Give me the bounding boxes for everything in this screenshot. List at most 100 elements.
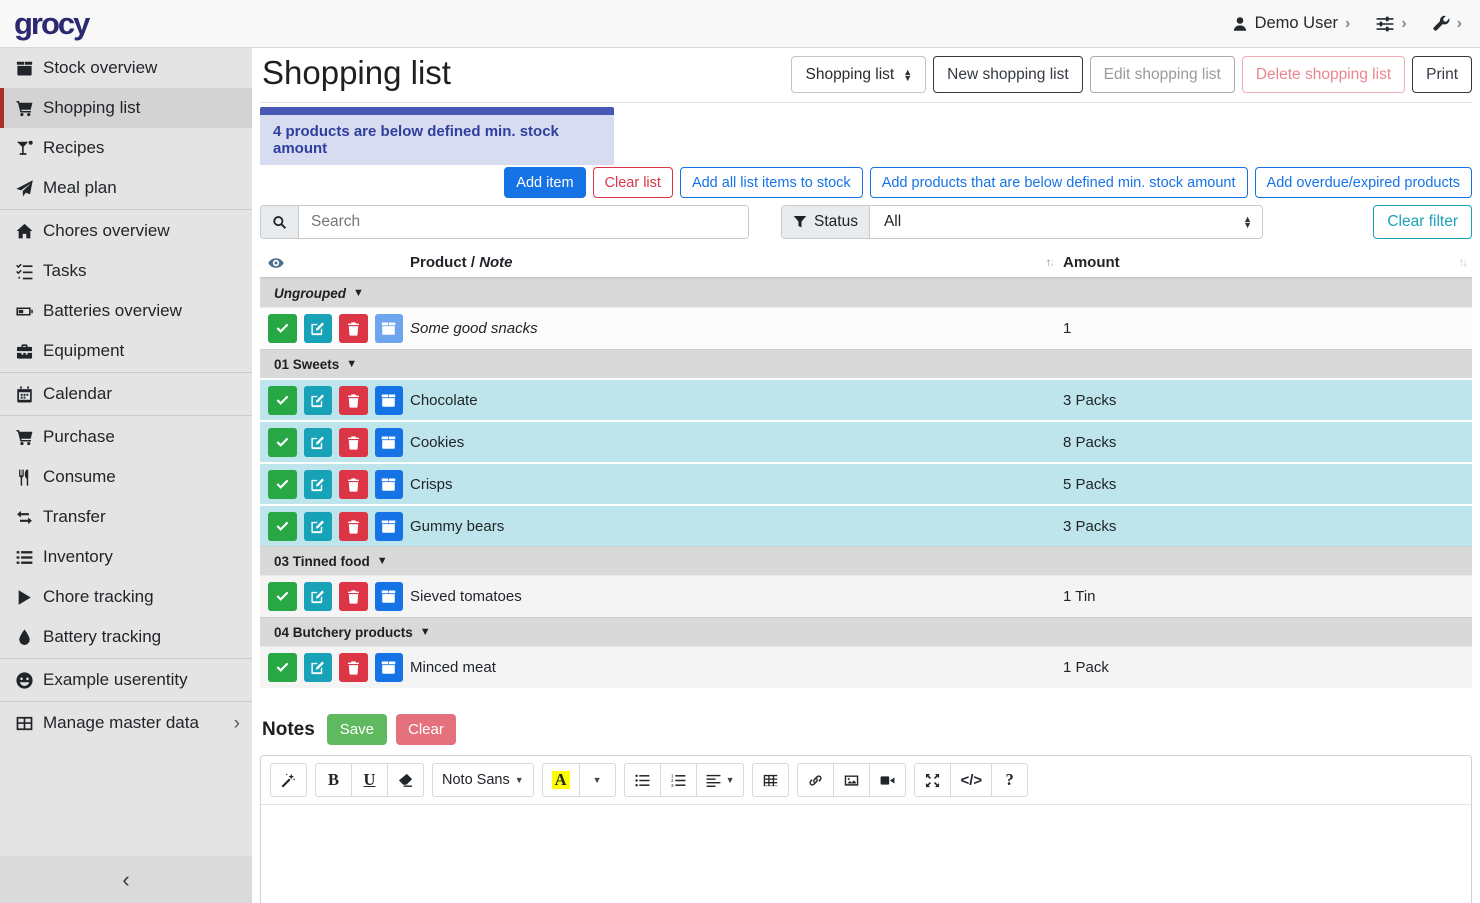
app-logo[interactable]: grocy <box>14 6 88 42</box>
sort-icon[interactable]: ↑↓ <box>1046 257 1056 269</box>
mark-done-button[interactable] <box>268 386 297 415</box>
edit-item-button[interactable] <box>304 653 333 682</box>
chevron-left-icon: ‹ <box>122 867 129 893</box>
mark-done-button[interactable] <box>268 653 297 682</box>
sidebar-item-battery-tracking[interactable]: Battery tracking <box>0 617 252 657</box>
help-button[interactable]: ? <box>991 763 1028 797</box>
delete-item-button[interactable] <box>339 582 368 611</box>
add-to-stock-button[interactable] <box>375 428 404 457</box>
min-stock-alert[interactable]: 4 products are below defined min. stock … <box>260 107 614 165</box>
delete-item-button[interactable] <box>339 470 368 499</box>
sidebar-item-transfer[interactable]: Transfer <box>0 497 252 537</box>
edit-item-button[interactable] <box>304 314 333 343</box>
mark-done-button[interactable] <box>268 512 297 541</box>
add-overdue-expired-products-button[interactable]: Add overdue/expired products <box>1255 167 1472 198</box>
add-to-stock-button[interactable] <box>375 470 404 499</box>
edit-item-button[interactable] <box>304 512 333 541</box>
clear-list-button[interactable]: Clear list <box>593 167 673 198</box>
row-actions <box>260 428 410 457</box>
edit-item-button[interactable] <box>304 428 333 457</box>
paragraph-button[interactable]: ▼ <box>696 763 745 797</box>
column-amount[interactable]: Amount <box>1063 254 1120 271</box>
sidebar-item-batteries-overview[interactable]: Batteries overview <box>0 291 252 331</box>
delete-item-button[interactable] <box>339 314 368 343</box>
sidebar-item-manage-master-data[interactable]: Manage master data› <box>0 703 252 743</box>
sidebar-item-consume[interactable]: Consume <box>0 457 252 497</box>
column-product-note[interactable]: Product / Note <box>410 254 513 271</box>
sidebar-item-purchase[interactable]: Purchase <box>0 417 252 457</box>
sort-icon[interactable]: ↑↓ <box>1459 257 1469 269</box>
underline-button[interactable]: U <box>351 763 388 797</box>
trash-icon <box>346 660 361 675</box>
edit-item-button[interactable] <box>304 470 333 499</box>
new-shopping-list-button[interactable]: New shopping list <box>933 56 1082 93</box>
edit-item-button[interactable] <box>304 386 333 415</box>
add-to-stock-button[interactable] <box>375 314 404 343</box>
shopping-list-selector[interactable]: Shopping list ▲▼ <box>791 56 926 93</box>
sidebar-collapse-button[interactable]: ‹ <box>0 856 252 903</box>
sidebar-item-recipes[interactable]: Recipes <box>0 128 252 168</box>
ordered-list-button[interactable]: 123 <box>660 763 697 797</box>
style-button[interactable] <box>270 763 307 797</box>
settings-menu[interactable]: › <box>1376 15 1406 33</box>
mark-done-button[interactable] <box>268 428 297 457</box>
sidebar-item-inventory[interactable]: Inventory <box>0 537 252 577</box>
sidebar-item-chores-overview[interactable]: Chores overview <box>0 211 252 251</box>
mark-done-button[interactable] <box>268 314 297 343</box>
delete-item-button[interactable] <box>339 512 368 541</box>
clear-filter-button[interactable]: Clear filter <box>1373 205 1472 239</box>
unordered-list-button[interactable] <box>624 763 661 797</box>
add-to-stock-button[interactable] <box>375 653 404 682</box>
add-to-stock-button[interactable] <box>375 582 404 611</box>
font-color-button[interactable]: A <box>542 763 580 797</box>
sidebar-divider <box>0 415 252 416</box>
product-group-row[interactable]: 01 Sweets▼ <box>260 349 1472 378</box>
sidebar-item-shopping-list[interactable]: Shopping list <box>0 88 252 128</box>
add-to-stock-button[interactable] <box>375 512 404 541</box>
edit-item-button[interactable] <box>304 582 333 611</box>
sidebar-item-stock-overview[interactable]: Stock overview <box>0 48 252 88</box>
sidebar-item-calendar[interactable]: Calendar <box>0 374 252 414</box>
eraser-button[interactable] <box>387 763 424 797</box>
delete-item-button[interactable] <box>339 386 368 415</box>
link-button[interactable] <box>797 763 834 797</box>
mark-done-button[interactable] <box>268 582 297 611</box>
status-select[interactable]: All ▲▼ <box>870 206 1262 238</box>
print-button[interactable]: Print <box>1412 56 1472 93</box>
mark-done-button[interactable] <box>268 470 297 499</box>
product-group-row[interactable]: Ungrouped▼ <box>260 278 1472 307</box>
product-group-row[interactable]: 04 Butchery products▼ <box>260 617 1472 646</box>
sidebar-item-meal-plan[interactable]: Meal plan <box>0 168 252 208</box>
filter-icon <box>793 215 807 229</box>
notes-editing-area[interactable] <box>261 805 1471 903</box>
magic-icon <box>281 773 296 788</box>
user-menu[interactable]: Demo User › <box>1232 14 1351 33</box>
sidebar-item-example-userentity[interactable]: Example userentity <box>0 660 252 700</box>
search-input[interactable] <box>299 206 748 238</box>
admin-menu[interactable]: › <box>1433 15 1462 33</box>
clear-notes-button[interactable]: Clear <box>396 714 456 745</box>
delete-item-button[interactable] <box>339 428 368 457</box>
sidebar-item-tasks[interactable]: Tasks <box>0 251 252 291</box>
add-item-button[interactable]: Add item <box>504 167 585 198</box>
product-group-row[interactable]: 03 Tinned food▼ <box>260 546 1472 575</box>
sidebar-item-equipment[interactable]: Equipment <box>0 331 252 371</box>
edit-shopping-list-button[interactable]: Edit shopping list <box>1090 56 1235 93</box>
delete-shopping-list-button[interactable]: Delete shopping list <box>1242 56 1405 93</box>
add-products-that-are-below-defined-min-stock-amount-button[interactable]: Add products that are below defined min.… <box>870 167 1248 198</box>
fullscreen-button[interactable] <box>914 763 951 797</box>
picture-button[interactable] <box>833 763 870 797</box>
add-to-stock-button[interactable] <box>375 386 404 415</box>
video-button[interactable] <box>869 763 906 797</box>
table-button[interactable] <box>752 763 789 797</box>
column-visibility-eye-icon[interactable] <box>268 255 284 271</box>
save-notes-button[interactable]: Save <box>327 714 387 745</box>
trash-icon <box>346 435 361 450</box>
bold-button[interactable]: B <box>315 763 352 797</box>
add-all-list-items-to-stock-button[interactable]: Add all list items to stock <box>680 167 863 198</box>
delete-item-button[interactable] <box>339 653 368 682</box>
codeview-button[interactable]: </> <box>950 763 992 797</box>
font-color-caret-button[interactable]: ▼ <box>579 763 616 797</box>
sidebar-item-chore-tracking[interactable]: Chore tracking <box>0 577 252 617</box>
font-family-button[interactable]: Noto Sans▼ <box>432 763 534 797</box>
